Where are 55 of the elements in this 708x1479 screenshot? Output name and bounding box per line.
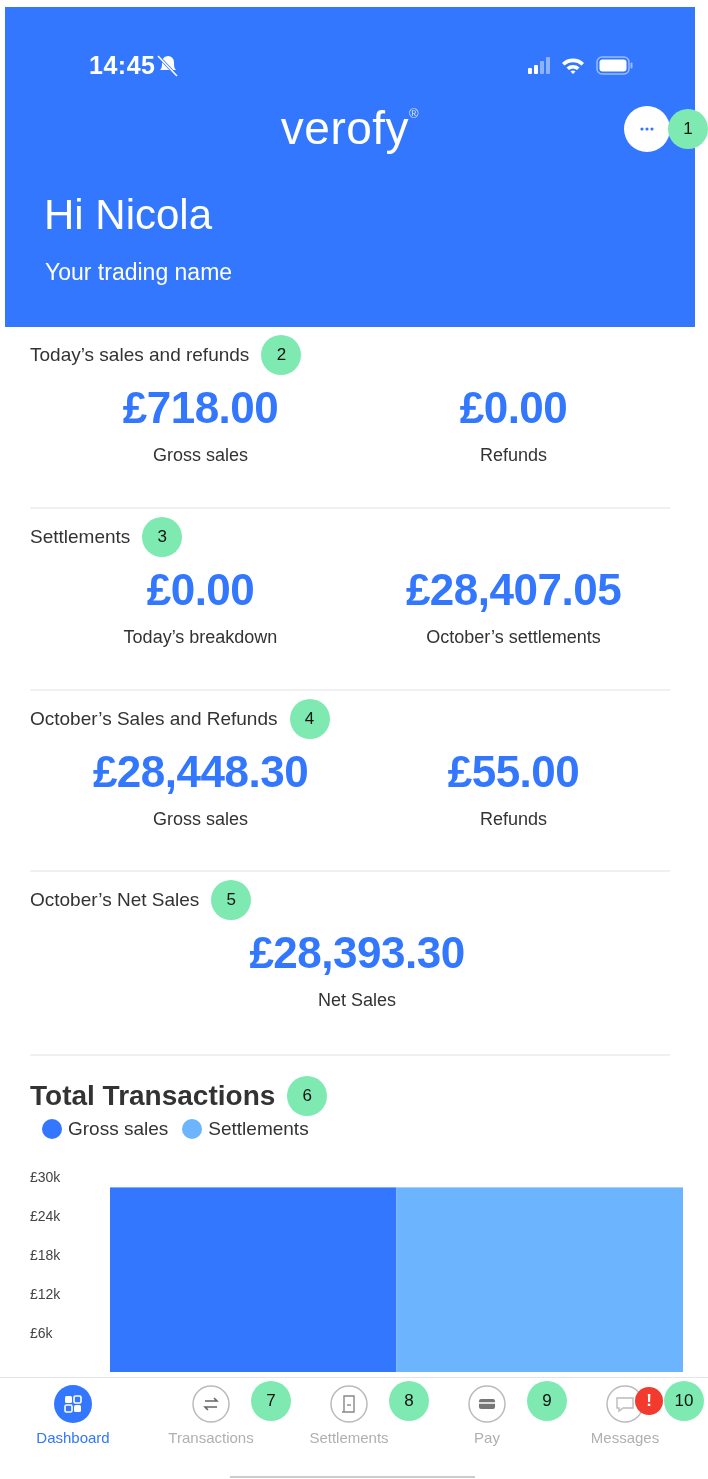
trading-name: Your trading name xyxy=(45,259,234,286)
callout-marker: 7 xyxy=(251,1381,291,1422)
section-title: October’s Net Sales xyxy=(30,889,200,912)
callout-marker: 9 xyxy=(527,1381,567,1422)
amount-label: Refunds xyxy=(479,808,547,830)
battery-icon xyxy=(596,55,633,75)
nav-tab[interactable]: Messages ! xyxy=(590,1385,660,1447)
legend-label: Settlements xyxy=(208,1117,309,1140)
axis-tick-label: £12k xyxy=(30,1285,61,1302)
nav-tab[interactable]: Dashboard xyxy=(36,1385,110,1447)
verofy-logo: verofy$^{®}$ xyxy=(280,101,420,155)
section-title: Today’s sales and refunds xyxy=(30,344,250,367)
nav-tab[interactable]: Transactions xyxy=(168,1385,254,1447)
axis-tick-label: £24k xyxy=(30,1207,61,1224)
callout-marker: 6 xyxy=(287,1075,328,1116)
nav-tab[interactable]: Pay xyxy=(468,1385,506,1447)
transfer-arrows-icon xyxy=(192,1385,230,1424)
callout-marker: 5 xyxy=(211,880,252,921)
card-icon xyxy=(468,1385,506,1424)
amount: £28,448.30 xyxy=(92,745,309,798)
amount-label: Net Sales xyxy=(317,990,396,1012)
nav-tab[interactable]: Settlements xyxy=(309,1385,389,1447)
amount-label: Gross sales xyxy=(153,808,248,830)
callout-marker: 8 xyxy=(389,1381,429,1422)
bell-muted-icon xyxy=(155,53,180,77)
amount: £0.00 xyxy=(146,563,255,616)
more-icon xyxy=(640,127,654,131)
callout-marker: 1 xyxy=(668,109,708,149)
section-title: Settlements xyxy=(30,525,131,548)
status-time: 14:45 xyxy=(89,50,156,80)
callout-marker: 10 xyxy=(664,1381,704,1422)
callout-marker: 3 xyxy=(142,516,183,557)
alert-badge: ! xyxy=(635,1387,663,1416)
axis-tick-label: £18k xyxy=(30,1246,61,1263)
amount-label: Refunds xyxy=(479,445,547,467)
axis-tick-label: £30k xyxy=(30,1168,61,1185)
callout-marker: 2 xyxy=(261,335,302,376)
amount-label: October’s settlements xyxy=(426,626,601,648)
dashboard-icon xyxy=(54,1385,92,1424)
axis-tick-label: £6k xyxy=(30,1324,53,1341)
receipt-icon xyxy=(330,1385,368,1424)
amount: £718.00 xyxy=(122,382,279,435)
amount-label: Gross sales xyxy=(153,445,248,467)
amount-label: Today’s breakdown xyxy=(123,626,278,648)
amount: £28,407.05 xyxy=(405,563,622,616)
legend-label: Gross sales xyxy=(68,1117,169,1140)
amount: £55.00 xyxy=(447,745,580,798)
chart-title: Total Transactions xyxy=(30,1079,276,1112)
section-title: October’s Sales and Refunds xyxy=(30,707,278,730)
amount: £0.00 xyxy=(459,382,568,435)
greeting: Hi Nicola xyxy=(44,191,214,239)
signal-icon xyxy=(528,56,550,74)
amount: £28,393.30 xyxy=(249,927,465,980)
more-button[interactable] xyxy=(624,106,670,152)
callout-marker: 4 xyxy=(289,698,330,739)
